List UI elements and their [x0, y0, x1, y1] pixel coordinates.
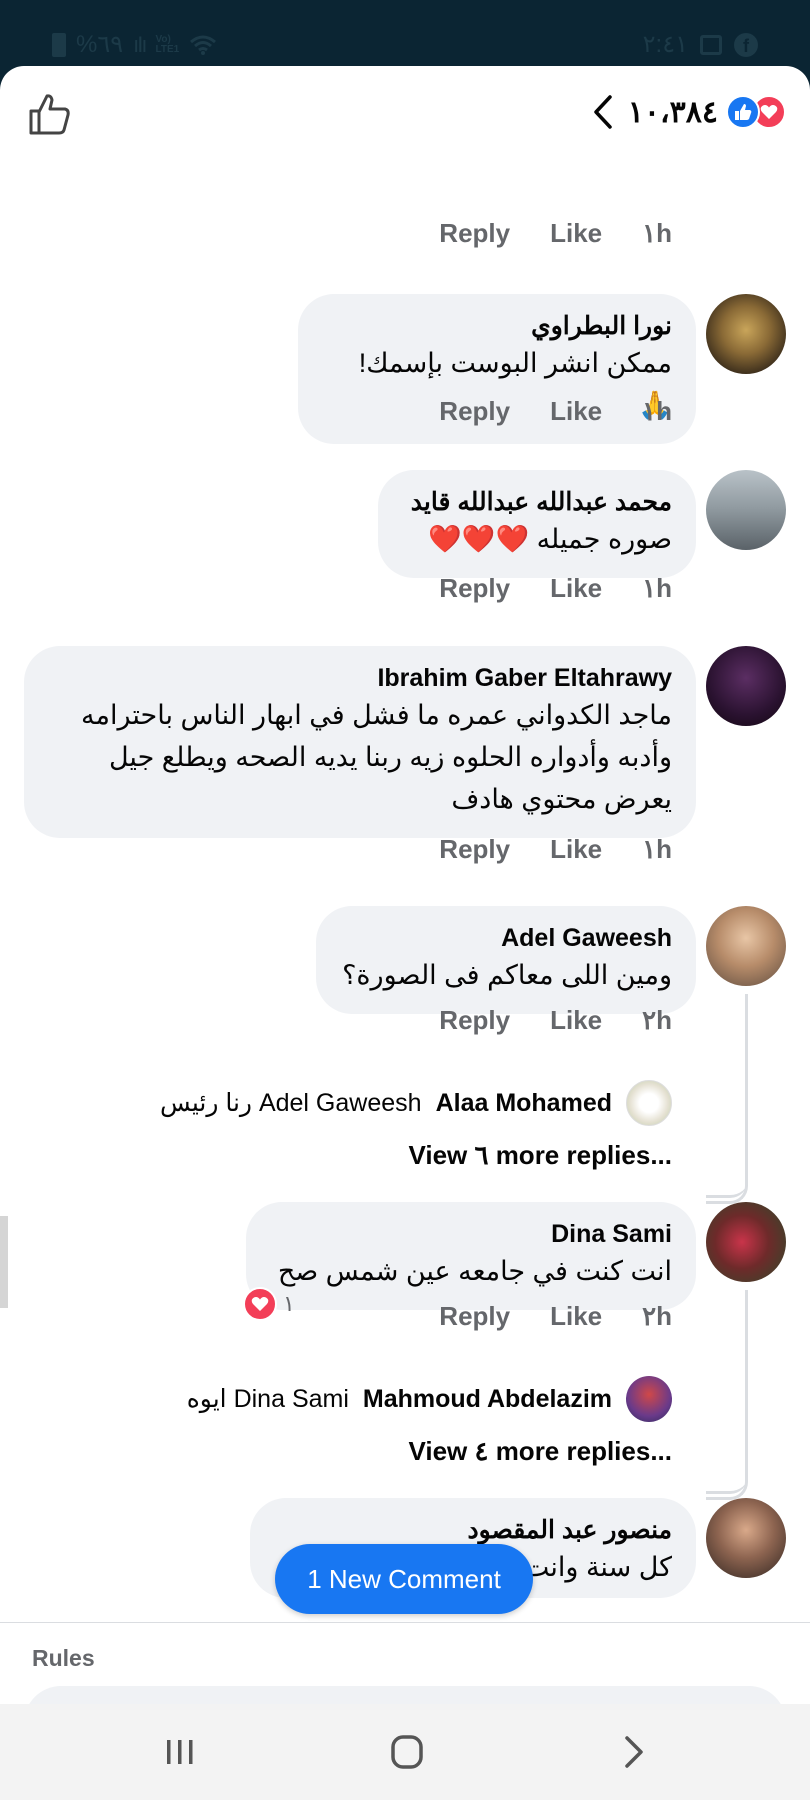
comment-reactions[interactable]: ١	[243, 1287, 295, 1321]
reply-button[interactable]: Reply	[439, 396, 510, 427]
comment-author[interactable]: Dina Sami	[270, 1218, 672, 1250]
clock: ٢:٤١	[642, 31, 688, 58]
rules-link[interactable]: Rules	[32, 1645, 95, 1672]
gallery-icon	[700, 34, 722, 55]
comment-text: ومين اللى معاكم فى الصورة؟	[342, 960, 672, 990]
back-icon[interactable]	[612, 1732, 656, 1772]
reply-text: Adel Gaweesh رنا رئيس	[159, 1089, 422, 1117]
comment-input[interactable]	[24, 1686, 786, 1704]
reaction-count: ١	[283, 1291, 295, 1316]
reply-button[interactable]: Reply	[439, 834, 510, 865]
like-reaction-icon	[726, 95, 760, 129]
thumbs-up-outline-icon[interactable]	[28, 92, 72, 136]
avatar[interactable]	[706, 1202, 786, 1282]
comment-author[interactable]: نورا البطراوي	[322, 310, 672, 342]
reply-button[interactable]: Reply	[439, 1301, 510, 1332]
signal-icon: ıIı	[133, 31, 147, 57]
like-button[interactable]: Like	[550, 218, 602, 249]
comment-author[interactable]: Ibrahim Gaber Eltahrawy	[48, 662, 672, 694]
comment-actions: ٢h Like Reply	[439, 1005, 672, 1036]
comment-author[interactable]: Adel Gaweesh	[340, 922, 672, 954]
reply-button[interactable]: Reply	[439, 1005, 510, 1036]
status-left: %٦٩ ıIı Vo) LTE1	[52, 30, 217, 59]
reply-preview[interactable]: Alaa Mohamed Adel Gaweesh رنا رئيس	[160, 1080, 672, 1126]
comment-text: صوره جميله ❤️❤️❤️	[428, 524, 672, 554]
avatar[interactable]	[626, 1376, 672, 1422]
status-right: ٢:٤١ f	[643, 30, 758, 59]
comment-time: ١h	[642, 573, 672, 603]
comment-list[interactable]: ١h Like Reply نورا البطراوي ممكن انشر ال…	[0, 162, 810, 1622]
comment-bubble[interactable]: Dina Sami انت كنت في جامعه عين شمس صح	[246, 1202, 696, 1310]
battery-level: %٦٩	[76, 31, 124, 58]
thread-line	[706, 1092, 748, 1198]
edge-handle	[0, 1216, 8, 1308]
new-comment-button[interactable]: 1 New Comment	[275, 1544, 533, 1614]
comment-text: انت كنت في جامعه عين شمس صح	[277, 1256, 672, 1286]
comment-actions: ١h Like Reply	[439, 396, 672, 427]
avatar[interactable]	[626, 1080, 672, 1126]
comment-text: ماجد الكدواني عمره ما فشل في ابهار الناس…	[81, 700, 672, 814]
like-button[interactable]: Like	[550, 1301, 602, 1332]
sheet-header: ١٠،٣٨٤	[0, 66, 810, 162]
comment-bubble[interactable]: محمد عبدالله عبدالله قايد صوره جميله ❤️❤…	[378, 470, 696, 578]
reply-button[interactable]: Reply	[439, 218, 510, 249]
reaction-count: ١٠،٣٨٤	[627, 95, 718, 129]
system-nav-bar	[0, 1704, 810, 1800]
comment-time: ١h	[642, 396, 672, 426]
comments-sheet: ١٠،٣٨٤ ١h Like Reply نورا البطراوي ممكن …	[0, 66, 810, 1704]
thread-line	[706, 1388, 748, 1494]
battery-icon	[52, 32, 66, 57]
comment-author[interactable]: محمد عبدالله عبدالله قايد	[402, 486, 672, 518]
wifi-icon	[190, 35, 217, 55]
comment-time: ١h	[642, 218, 672, 248]
heart-reaction-icon	[243, 1287, 277, 1321]
comment-actions: ١h Like Reply	[439, 573, 672, 604]
comment-time: ٢h	[642, 1005, 672, 1035]
comment-bubble[interactable]: Ibrahim Gaber Eltahrawy ماجد الكدواني عم…	[24, 646, 696, 838]
view-more-replies[interactable]: View ٦ more replies...	[408, 1140, 672, 1171]
comment-composer: Rules	[0, 1622, 810, 1704]
comment-time: ١h	[642, 834, 672, 864]
status-bar: %٦٩ ıIı Vo) LTE1 ٢:٤١ f	[0, 0, 810, 66]
facebook-icon: f	[734, 32, 758, 57]
like-button[interactable]: Like	[550, 396, 602, 427]
avatar[interactable]	[706, 294, 786, 374]
avatar[interactable]	[706, 470, 786, 550]
chevron-left-icon[interactable]	[588, 94, 620, 130]
comment-actions: ٢h Like Reply	[439, 1301, 672, 1332]
comment-time: ٢h	[642, 1301, 672, 1331]
network-label: Vo) LTE1	[155, 33, 180, 55]
comment-actions: ١h Like Reply	[439, 834, 672, 865]
avatar[interactable]	[706, 1498, 786, 1578]
reply-author[interactable]: Mahmoud Abdelazim	[363, 1385, 612, 1414]
reaction-summary[interactable]: ١٠،٣٨٤	[588, 94, 786, 130]
like-button[interactable]: Like	[550, 1005, 602, 1036]
comment-bubble[interactable]: Adel Gaweesh ومين اللى معاكم فى الصورة؟	[316, 906, 696, 1014]
reply-button[interactable]: Reply	[439, 573, 510, 604]
reply-preview[interactable]: Mahmoud Abdelazim Dina Sami ايوه	[187, 1376, 672, 1422]
reply-text: Dina Sami ايوه	[186, 1385, 349, 1413]
view-more-replies[interactable]: View ٤ more replies...	[408, 1436, 672, 1467]
home-icon[interactable]	[385, 1732, 429, 1772]
reaction-icons	[726, 95, 786, 129]
like-button[interactable]: Like	[550, 834, 602, 865]
like-button[interactable]: Like	[550, 573, 602, 604]
recent-apps-icon[interactable]	[158, 1732, 202, 1772]
reply-author[interactable]: Alaa Mohamed	[436, 1089, 612, 1118]
avatar[interactable]	[706, 646, 786, 726]
avatar[interactable]	[706, 906, 786, 986]
comment-author[interactable]: منصور عبد المقصود	[274, 1514, 672, 1546]
comment-actions: ١h Like Reply	[439, 218, 672, 249]
